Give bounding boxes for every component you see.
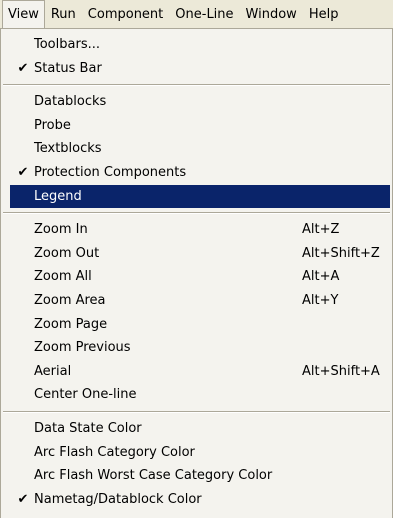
menu-group-toolbars: Toolbars... ✔ Status Bar: [1, 29, 392, 84]
menu-item-label: Zoom Previous: [34, 340, 131, 356]
menu-item-zoom-in[interactable]: Zoom In Alt+Z: [1, 218, 392, 242]
menu-item-shortcut: Alt+Shift+A: [302, 363, 380, 379]
menu-item-label: Probe: [34, 117, 71, 133]
menu-item-toolbars[interactable]: Toolbars...: [1, 33, 392, 57]
checkmark-icon: ✔: [17, 164, 29, 180]
menu-item-arc-flash-worst-case-category-color[interactable]: Arc Flash Worst Case Category Color: [1, 464, 392, 488]
menu-group-colors: Data State Color Arc Flash Category Colo…: [1, 413, 392, 515]
view-dropdown-menu: Toolbars... ✔ Status Bar Datablocks Prob…: [0, 28, 393, 518]
menu-item-label: Zoom Area: [34, 292, 106, 308]
menu-item-datablocks[interactable]: Datablocks: [1, 90, 392, 114]
checkmark-icon: ✔: [17, 491, 29, 507]
menu-item-zoom-out[interactable]: Zoom Out Alt+Shift+Z: [1, 242, 392, 266]
menu-item-label: Zoom Out: [34, 245, 100, 261]
menu-item-probe[interactable]: Probe: [1, 114, 392, 138]
menu-group-zoom: Zoom In Alt+Z Zoom Out Alt+Shift+Z Zoom …: [1, 214, 392, 411]
menu-help[interactable]: Help: [303, 0, 345, 29]
menu-item-zoom-area[interactable]: Zoom Area Alt+Y: [1, 289, 392, 313]
menu-item-label: Zoom All: [34, 269, 92, 285]
menu-run[interactable]: Run: [45, 0, 82, 29]
menu-bar: View Run Component One-Line Window Help: [0, 0, 393, 31]
menu-group-display: Datablocks Probe Textblocks ✔ Protection…: [1, 86, 392, 212]
menu-item-center-one-line[interactable]: Center One-line: [1, 383, 392, 407]
menu-item-label: Aerial: [34, 363, 72, 379]
menu-item-label: Data State Color: [34, 420, 142, 436]
menu-window[interactable]: Window: [240, 0, 303, 29]
menu-item-zoom-page[interactable]: Zoom Page: [1, 313, 392, 337]
menu-item-label: Toolbars...: [34, 37, 100, 52]
menu-item-label: Zoom In: [34, 222, 88, 238]
menu-item-label: Arc Flash Worst Case Category Color: [34, 468, 273, 484]
menu-item-data-state-color[interactable]: Data State Color: [1, 417, 392, 441]
menu-view[interactable]: View: [2, 0, 45, 29]
menu-item-legend[interactable]: Legend: [10, 184, 390, 209]
menu-item-label: Textblocks: [34, 141, 102, 157]
menu-item-shortcut: Alt+Z: [302, 222, 340, 238]
menu-item-label: Zoom Page: [34, 316, 108, 332]
menu-item-zoom-previous[interactable]: Zoom Previous: [1, 336, 392, 360]
menu-item-aerial[interactable]: Aerial Alt+Shift+A: [1, 360, 392, 384]
menu-item-status-bar[interactable]: ✔ Status Bar: [1, 57, 392, 81]
menu-item-arc-flash-category-color[interactable]: Arc Flash Category Color: [1, 441, 392, 465]
checkmark-icon: ✔: [17, 60, 29, 76]
menu-one-line[interactable]: One-Line: [169, 0, 239, 29]
menu-item-label: Center One-line: [34, 387, 137, 403]
menu-item-label: Legend: [34, 188, 82, 204]
menu-item-protection-components[interactable]: ✔ Protection Components: [1, 161, 392, 185]
menu-item-shortcut: Alt+A: [302, 269, 340, 285]
menu-item-label: Arc Flash Category Color: [34, 444, 195, 460]
menu-item-shortcut: Alt+Shift+Z: [302, 245, 380, 261]
menu-item-shortcut: Alt+Y: [302, 292, 339, 308]
menu-item-label: Protection Components: [34, 164, 187, 180]
menu-item-label: Status Bar: [34, 60, 102, 76]
menu-item-nametag-datablock-color[interactable]: ✔ Nametag/Datablock Color: [1, 488, 392, 512]
menu-component[interactable]: Component: [82, 0, 169, 29]
menu-item-textblocks[interactable]: Textblocks: [1, 137, 392, 161]
menu-item-label: Datablocks: [34, 94, 107, 110]
menu-item-label: Nametag/Datablock Color: [34, 491, 202, 507]
menu-item-zoom-all[interactable]: Zoom All Alt+A: [1, 265, 392, 289]
